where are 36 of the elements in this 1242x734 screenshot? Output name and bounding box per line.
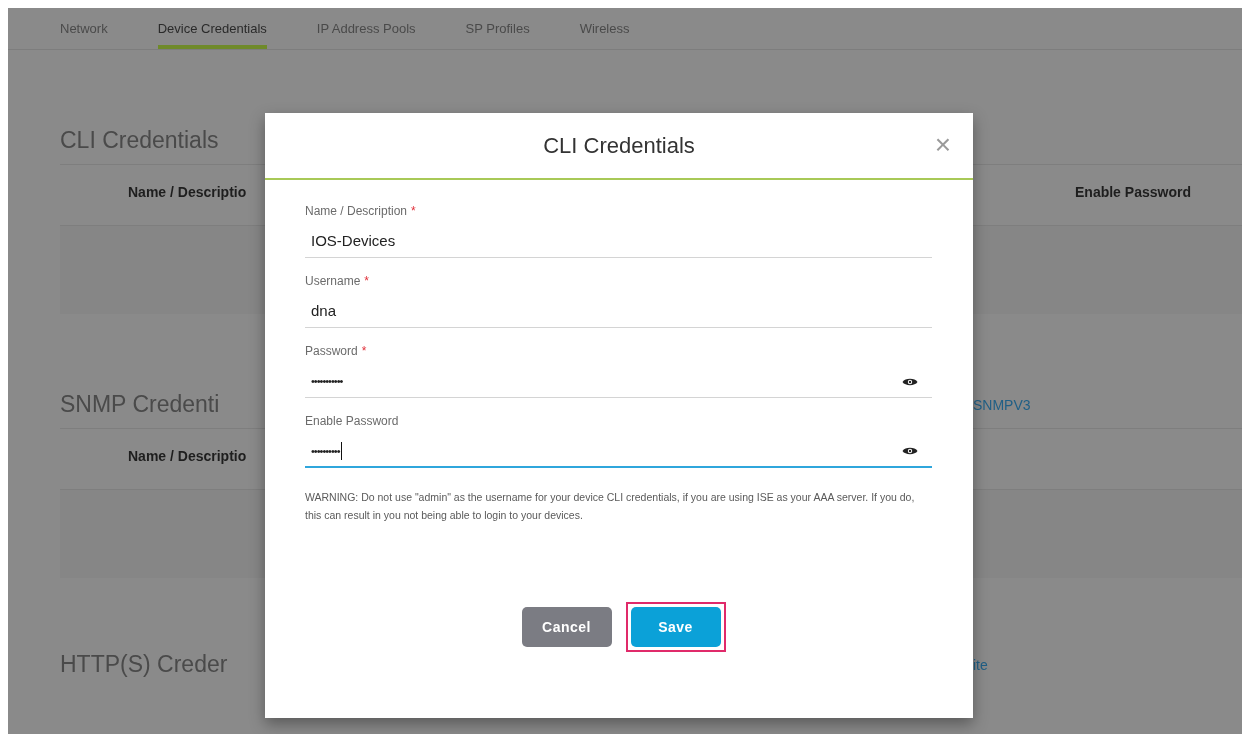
input-value: dna [311, 301, 337, 322]
column-header: Enable Password [1075, 183, 1191, 202]
input-field[interactable]: dna [305, 296, 932, 328]
section-title: HTTP(S) Creder [60, 653, 228, 676]
tab[interactable]: Device Credentials [157, 8, 267, 49]
required-asterisk: * [361, 343, 367, 360]
section-link[interactable]: ite [973, 655, 988, 676]
required-asterisk: * [364, 273, 370, 290]
section-title: SNMP Credenti [60, 393, 220, 416]
input-field[interactable]: IOS-Devices [305, 226, 932, 258]
input-value: IOS-Devices [311, 231, 396, 252]
dialog-title: CLI Credentials [543, 132, 695, 160]
column-header: Name / Descriptio [128, 183, 247, 202]
tab[interactable]: Network [60, 8, 108, 49]
tab[interactable]: Wireless [579, 8, 630, 49]
close-button[interactable]: × [934, 131, 951, 159]
input-field[interactable]: •••••••••• [305, 436, 932, 468]
eye-icon[interactable] [902, 446, 918, 456]
column-header: Name / Descriptio [128, 447, 247, 466]
text-cursor [340, 442, 342, 460]
field-label: Password [305, 343, 358, 360]
field-label: Username [305, 273, 361, 290]
eye-icon[interactable] [902, 376, 918, 387]
required-asterisk: * [411, 203, 416, 220]
tab[interactable]: IP Address Pools [316, 8, 416, 49]
input-value: •••••••••• [311, 443, 340, 459]
field-label: Enable Password [305, 413, 399, 430]
field-label: Name / Description [305, 203, 408, 220]
warning-text: WARNING: Do not use "admin" as the username for your device CLI credentials, if you are using ISE as your AAA server. If you do, this can result in you not being able to login to your devices. [305, 490, 916, 523]
save-button[interactable]: Save [630, 607, 721, 647]
input-field[interactable]: ••••••••••• [305, 366, 932, 398]
section-link[interactable]: SNMPV3 [973, 395, 1031, 416]
cancel-button[interactable]: Cancel [521, 607, 612, 647]
section-title: CLI Credentials [60, 129, 219, 152]
tab[interactable]: SP Profiles [465, 8, 530, 49]
input-value: ••••••••••• [311, 374, 343, 390]
